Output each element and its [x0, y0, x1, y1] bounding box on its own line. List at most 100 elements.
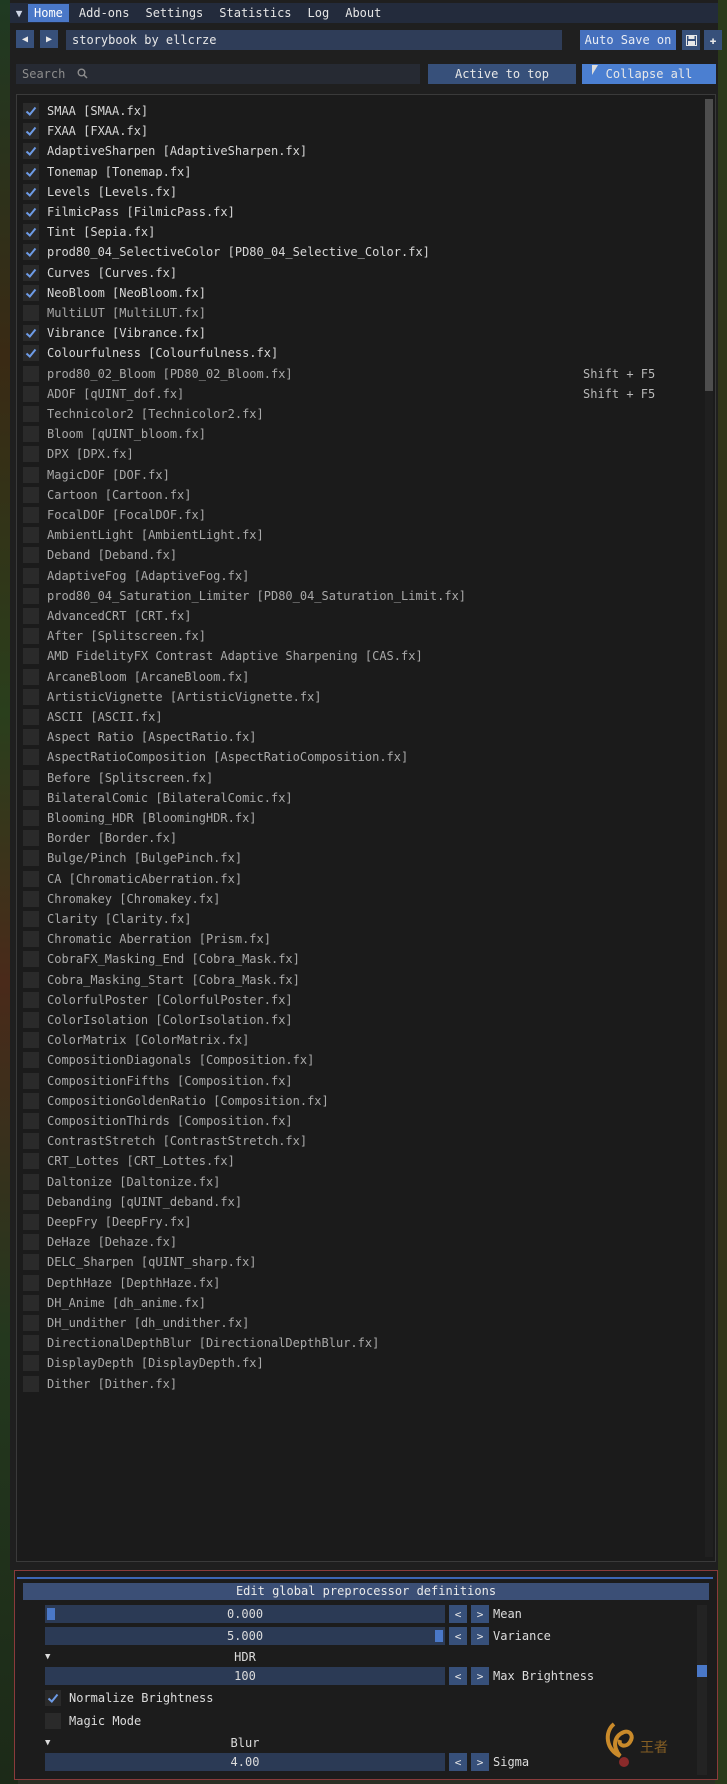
- effect-item[interactable]: AdaptiveFog [AdaptiveFog.fx]: [23, 566, 703, 586]
- effect-item[interactable]: Blooming_HDR [BloomingHDR.fx]: [23, 808, 703, 828]
- effect-item[interactable]: Chromatic Aberration [Prism.fx]: [23, 929, 703, 949]
- next-preset-button[interactable]: ▶: [40, 30, 58, 48]
- effect-item[interactable]: DepthHaze [DepthHaze.fx]: [23, 1273, 703, 1293]
- effect-item[interactable]: ADOF [qUINT_dof.fx] Shift + F5: [23, 384, 703, 404]
- effect-checkbox[interactable]: [23, 870, 39, 887]
- normalize-brightness-checkbox[interactable]: [45, 1690, 61, 1706]
- effect-item[interactable]: DirectionalDepthBlur [DirectionalDepthBl…: [23, 1333, 703, 1353]
- category-blur[interactable]: ▼ Blur: [45, 1735, 685, 1751]
- effect-checkbox[interactable]: [23, 507, 39, 523]
- effect-item[interactable]: Clarity [Clarity.fx]: [23, 909, 703, 929]
- effect-checkbox[interactable]: [23, 971, 39, 988]
- param-normalize-brightness[interactable]: Normalize Brightness: [45, 1689, 214, 1707]
- max-brightness-increase-button[interactable]: >: [471, 1667, 489, 1685]
- effect-item[interactable]: Colourfulness [Colourfulness.fx]: [23, 343, 703, 363]
- effect-item[interactable]: Chromakey [Chromakey.fx]: [23, 889, 703, 909]
- max-brightness-decrease-button[interactable]: <: [449, 1667, 467, 1685]
- active-to-top-button[interactable]: Active to top: [428, 64, 576, 84]
- effect-item[interactable]: prod80_04_Saturation_Limiter [PD80_04_Sa…: [23, 586, 703, 606]
- mean-slider-grab[interactable]: [47, 1608, 55, 1620]
- effect-checkbox[interactable]: [23, 769, 39, 786]
- effect-checkbox[interactable]: [23, 103, 39, 119]
- effect-item[interactable]: Border [Border.fx]: [23, 828, 703, 848]
- effect-checkbox[interactable]: [23, 749, 39, 766]
- effect-item[interactable]: MagicDOF [DOF.fx]: [23, 465, 703, 485]
- effect-checkbox[interactable]: [23, 1153, 39, 1170]
- effect-item[interactable]: BilateralComic [BilateralComic.fx]: [23, 788, 703, 808]
- effect-item[interactable]: FocalDOF [FocalDOF.fx]: [23, 505, 703, 525]
- effect-checkbox[interactable]: [23, 1315, 39, 1331]
- effect-checkbox[interactable]: [23, 587, 39, 604]
- effect-item[interactable]: CompositionThirds [Composition.fx]: [23, 1111, 703, 1131]
- effect-checkbox[interactable]: [23, 264, 39, 281]
- effect-checkbox[interactable]: [23, 890, 39, 907]
- effect-checkbox[interactable]: [23, 628, 39, 645]
- effect-item[interactable]: Bloom [qUINT_bloom.fx]: [23, 424, 703, 444]
- effect-item[interactable]: AdaptiveSharpen [AdaptiveSharpen.fx]: [23, 141, 703, 161]
- mean-decrease-button[interactable]: <: [449, 1605, 467, 1623]
- effect-checkbox[interactable]: [23, 688, 39, 705]
- effect-item[interactable]: CompositionFifths [Composition.fx]: [23, 1071, 703, 1091]
- effect-checkbox[interactable]: [23, 648, 39, 665]
- effect-checkbox[interactable]: [23, 810, 39, 826]
- effect-checkbox[interactable]: [23, 567, 39, 584]
- effect-item[interactable]: ColorfulPoster [ColorfulPoster.fx]: [23, 990, 703, 1010]
- effect-checkbox[interactable]: [23, 163, 39, 180]
- effect-item[interactable]: Levels [Levels.fx]: [23, 182, 703, 202]
- effect-checkbox[interactable]: [23, 1234, 39, 1251]
- effect-checkbox[interactable]: [23, 931, 39, 948]
- previous-preset-button[interactable]: ◀: [16, 30, 34, 48]
- collapse-all-button[interactable]: Collapse all: [582, 64, 716, 84]
- effect-checkbox[interactable]: [23, 224, 39, 241]
- effect-checkbox[interactable]: [23, 1173, 39, 1190]
- effect-item[interactable]: Cartoon [Cartoon.fx]: [23, 485, 703, 505]
- effect-item[interactable]: Tonemap [Tonemap.fx]: [23, 162, 703, 182]
- effect-item[interactable]: CRT_Lottes [CRT_Lottes.fx]: [23, 1151, 703, 1171]
- effect-item[interactable]: Vibrance [Vibrance.fx]: [23, 323, 703, 343]
- effect-checkbox[interactable]: [23, 183, 39, 200]
- sigma-slider[interactable]: 4.00: [45, 1753, 445, 1771]
- effect-item[interactable]: FXAA [FXAA.fx]: [23, 121, 703, 141]
- effect-checkbox[interactable]: [23, 1072, 39, 1089]
- effect-checkbox[interactable]: [23, 1355, 39, 1372]
- effect-item[interactable]: Daltonize [Daltonize.fx]: [23, 1172, 703, 1192]
- effect-checkbox[interactable]: [23, 1193, 39, 1210]
- effect-checkbox[interactable]: [23, 1133, 39, 1150]
- effect-item[interactable]: Curves [Curves.fx]: [23, 263, 703, 283]
- add-preset-button[interactable]: ✚: [704, 30, 722, 50]
- effect-item[interactable]: NeoBloom [NeoBloom.fx]: [23, 283, 703, 303]
- effect-checkbox[interactable]: [23, 1012, 39, 1028]
- effect-checkbox[interactable]: [23, 345, 39, 362]
- preset-name-field[interactable]: storybook by ellcrze: [66, 30, 562, 50]
- tab-settings[interactable]: Settings: [139, 4, 209, 22]
- effect-item[interactable]: prod80_04_SelectiveColor [PD80_04_Select…: [23, 242, 703, 262]
- effect-item[interactable]: Cobra_Masking_Start [Cobra_Mask.fx]: [23, 970, 703, 990]
- effect-checkbox[interactable]: [23, 1092, 39, 1109]
- effect-item[interactable]: Deband [Deband.fx]: [23, 545, 703, 565]
- effect-item[interactable]: ArcaneBloom [ArcaneBloom.fx]: [23, 667, 703, 687]
- effect-checkbox[interactable]: [23, 547, 39, 564]
- effect-item[interactable]: ContrastStretch [ContrastStretch.fx]: [23, 1131, 703, 1151]
- effect-item[interactable]: DPX [DPX.fx]: [23, 444, 703, 464]
- mean-increase-button[interactable]: >: [471, 1605, 489, 1623]
- effect-checkbox[interactable]: [23, 709, 39, 725]
- effect-item[interactable]: CompositionGoldenRatio [Composition.fx]: [23, 1091, 703, 1111]
- effect-item[interactable]: ASCII [ASCII.fx]: [23, 707, 703, 727]
- effect-item[interactable]: Bulge/Pinch [BulgePinch.fx]: [23, 848, 703, 868]
- effect-item[interactable]: FilmicPass [FilmicPass.fx]: [23, 202, 703, 222]
- effect-item[interactable]: DH_undither [dh_undither.fx]: [23, 1313, 703, 1333]
- effect-item[interactable]: DeHaze [Dehaze.fx]: [23, 1232, 703, 1252]
- magic-mode-checkbox[interactable]: [45, 1713, 61, 1729]
- effect-checkbox[interactable]: [23, 1375, 39, 1392]
- variance-decrease-button[interactable]: <: [449, 1627, 467, 1645]
- effect-checkbox[interactable]: [23, 244, 39, 261]
- effect-checkbox[interactable]: [23, 284, 39, 301]
- effect-item[interactable]: DisplayDepth [DisplayDepth.fx]: [23, 1353, 703, 1373]
- effect-item[interactable]: MultiLUT [MultiLUT.fx]: [23, 303, 703, 323]
- effect-checkbox[interactable]: [23, 1335, 39, 1352]
- sigma-decrease-button[interactable]: <: [449, 1753, 467, 1771]
- effect-checkbox[interactable]: [23, 1113, 39, 1129]
- variables-scroll-thumb[interactable]: [697, 1665, 707, 1677]
- effect-checkbox[interactable]: [23, 991, 39, 1008]
- effect-checkbox[interactable]: [23, 446, 39, 463]
